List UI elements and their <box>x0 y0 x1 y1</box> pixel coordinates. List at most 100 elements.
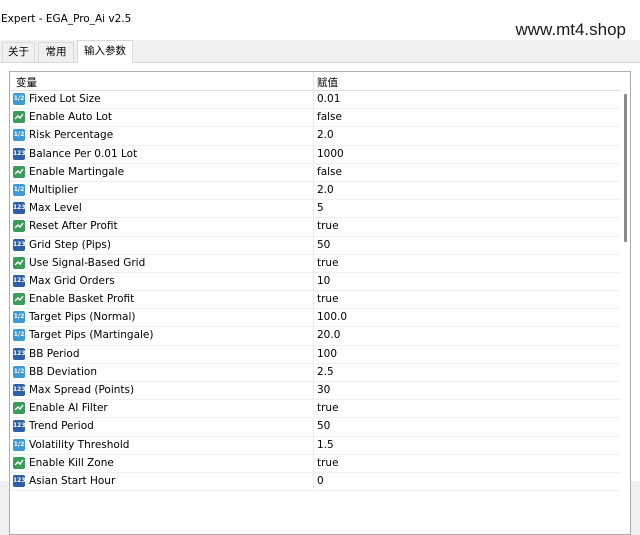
parameter-row[interactable]: 123 Trend Period 50 <box>10 418 620 437</box>
parameter-row[interactable]: Enable Kill Zone true <box>10 454 620 473</box>
parameter-value[interactable]: true <box>317 293 339 305</box>
tab-common[interactable]: 常用 <box>38 42 74 62</box>
parameter-row[interactable]: 1/2 Target Pips (Martingale) 20.0 <box>10 327 620 346</box>
parameter-value[interactable]: 100.0 <box>317 311 347 323</box>
tab-about[interactable]: 关于 <box>2 42 35 62</box>
parameter-value[interactable]: 50 <box>317 239 330 251</box>
parameter-row[interactable]: 1/2 Multiplier 2.0 <box>10 181 620 201</box>
column-divider <box>313 436 314 454</box>
parameter-value[interactable]: 1.5 <box>317 439 334 451</box>
column-divider <box>313 454 314 472</box>
parameter-row[interactable]: 1/2 Target Pips (Normal) 100.0 <box>10 309 620 328</box>
parameter-row[interactable]: Reset After Profit true <box>10 218 620 237</box>
parameter-row[interactable]: 123 Max Level 5 <box>10 200 620 219</box>
parameter-name: Volatility Threshold <box>29 438 130 451</box>
watermark: www.mt4.shop <box>515 20 626 39</box>
int-icon: 123 <box>13 420 26 433</box>
parameter-row[interactable]: 1/2 BB Deviation 2.5 <box>10 363 620 382</box>
parameter-value[interactable]: 10 <box>317 275 330 287</box>
parameter-value[interactable]: 50 <box>317 420 330 432</box>
parameter-value[interactable]: 1000 <box>317 148 344 160</box>
parameter-row[interactable]: 123 Balance Per 0.01 Lot 1000 <box>10 145 620 164</box>
parameter-row[interactable]: 123 BB Period 100 <box>10 345 620 364</box>
parameter-value[interactable]: true <box>317 402 339 414</box>
column-divider[interactable] <box>313 72 314 90</box>
parameter-value[interactable]: true <box>317 457 339 469</box>
parameter-row[interactable]: Enable Basket Profit true <box>10 291 620 310</box>
double-icon: 1/2 <box>13 93 25 105</box>
parameter-value[interactable]: true <box>317 257 339 269</box>
parameter-value[interactable]: 2.0 <box>317 129 334 141</box>
column-divider <box>313 236 314 254</box>
int-icon: 123 <box>13 147 26 160</box>
parameters-grid: 变量 赋值 1/2 Fixed Lot Size 0.01 Enable Auto L… <box>9 71 631 535</box>
column-header-value[interactable]: 赋值 <box>317 75 338 90</box>
parameter-value[interactable]: 30 <box>317 384 330 396</box>
parameter-row[interactable]: Enable AI Filter true <box>10 400 620 419</box>
column-divider <box>313 291 314 309</box>
parameter-value[interactable]: 20.0 <box>317 329 340 341</box>
double-icon: 1/2 <box>13 183 25 196</box>
parameter-value[interactable]: 5 <box>317 202 324 214</box>
parameter-value[interactable]: 0.01 <box>317 93 340 105</box>
parameter-row[interactable]: 1/2 Volatility Threshold 1.5 <box>10 436 620 455</box>
parameter-row[interactable]: 1/2 Fixed Lot Size 0.01 <box>10 91 620 110</box>
double-icon: 1/2 <box>13 129 25 142</box>
parameter-row[interactable]: 123 Max Grid Orders 10 <box>10 272 620 292</box>
parameter-name: Grid Step (Pips) <box>29 238 111 251</box>
parameter-name: BB Period <box>29 347 80 360</box>
window-title: Expert - EGA_Pro_Ai v2.5 <box>1 13 132 25</box>
parameter-rows: 1/2 Fixed Lot Size 0.01 Enable Auto Lot fals… <box>10 91 620 492</box>
bool-icon <box>13 165 25 178</box>
double-icon: 1/2 <box>13 365 25 378</box>
double-icon: 1/2 <box>13 329 25 342</box>
column-divider <box>313 254 314 272</box>
parameter-name: Max Spread (Points) <box>29 384 135 396</box>
column-divider <box>313 345 314 363</box>
parameter-row[interactable]: 1/2 Risk Percentage 2.0 <box>10 127 620 146</box>
column-divider <box>313 127 314 145</box>
column-divider <box>313 327 314 345</box>
column-header-variable[interactable]: 变量 <box>16 75 37 90</box>
bool-icon <box>13 456 25 469</box>
parameter-value[interactable]: 2.5 <box>317 366 334 378</box>
column-divider <box>313 272 314 291</box>
bool-icon <box>13 111 25 124</box>
parameter-value[interactable]: 2.0 <box>317 184 334 196</box>
column-divider <box>313 181 314 200</box>
column-divider <box>313 200 314 218</box>
int-icon: 123 <box>13 202 26 215</box>
parameter-name: Enable AI Filter <box>29 402 108 415</box>
column-divider <box>313 418 314 436</box>
column-divider <box>313 109 314 127</box>
int-icon: 123 <box>13 384 26 396</box>
parameter-row[interactable]: Enable Martingale false <box>10 163 620 182</box>
bool-icon <box>13 256 25 269</box>
column-divider <box>313 145 314 163</box>
parameter-row[interactable]: Use Signal-Based Grid true <box>10 254 620 273</box>
column-divider <box>313 363 314 381</box>
inputs-panel: 变量 赋值 1/2 Fixed Lot Size 0.01 Enable Auto L… <box>0 62 640 535</box>
tab-inputs[interactable]: 输入参数 <box>77 40 133 63</box>
parameter-row[interactable]: 123 Max Spread (Points) 30 <box>10 382 620 401</box>
parameter-row[interactable]: 123 Grid Step (Pips) 50 <box>10 236 620 255</box>
parameter-value[interactable]: true <box>317 220 339 232</box>
parameter-value[interactable]: false <box>317 166 342 178</box>
parameter-name: Enable Basket Profit <box>29 293 135 306</box>
grid-header: 变量 赋值 <box>10 72 620 91</box>
parameter-name: Multiplier <box>29 183 78 196</box>
scrollbar-thumb[interactable] <box>624 94 627 242</box>
parameter-value[interactable]: 100 <box>317 348 337 360</box>
parameter-row[interactable]: 123 Asian Start Hour 0 <box>10 472 620 492</box>
column-divider <box>313 218 314 236</box>
double-icon: 1/2 <box>13 438 25 451</box>
parameter-name: Target Pips (Normal) <box>29 311 136 324</box>
parameter-value[interactable]: false <box>317 111 342 123</box>
vertical-scrollbar[interactable] <box>621 72 630 534</box>
title-bar: Expert - EGA_Pro_Ai v2.5 www.mt4.shop <box>0 0 640 40</box>
parameter-row[interactable]: Enable Auto Lot false <box>10 109 620 128</box>
bool-icon <box>13 293 25 306</box>
parameter-name: Reset After Profit <box>29 220 118 233</box>
parameter-name: Max Level <box>29 202 82 215</box>
parameter-value[interactable]: 0 <box>317 475 324 487</box>
